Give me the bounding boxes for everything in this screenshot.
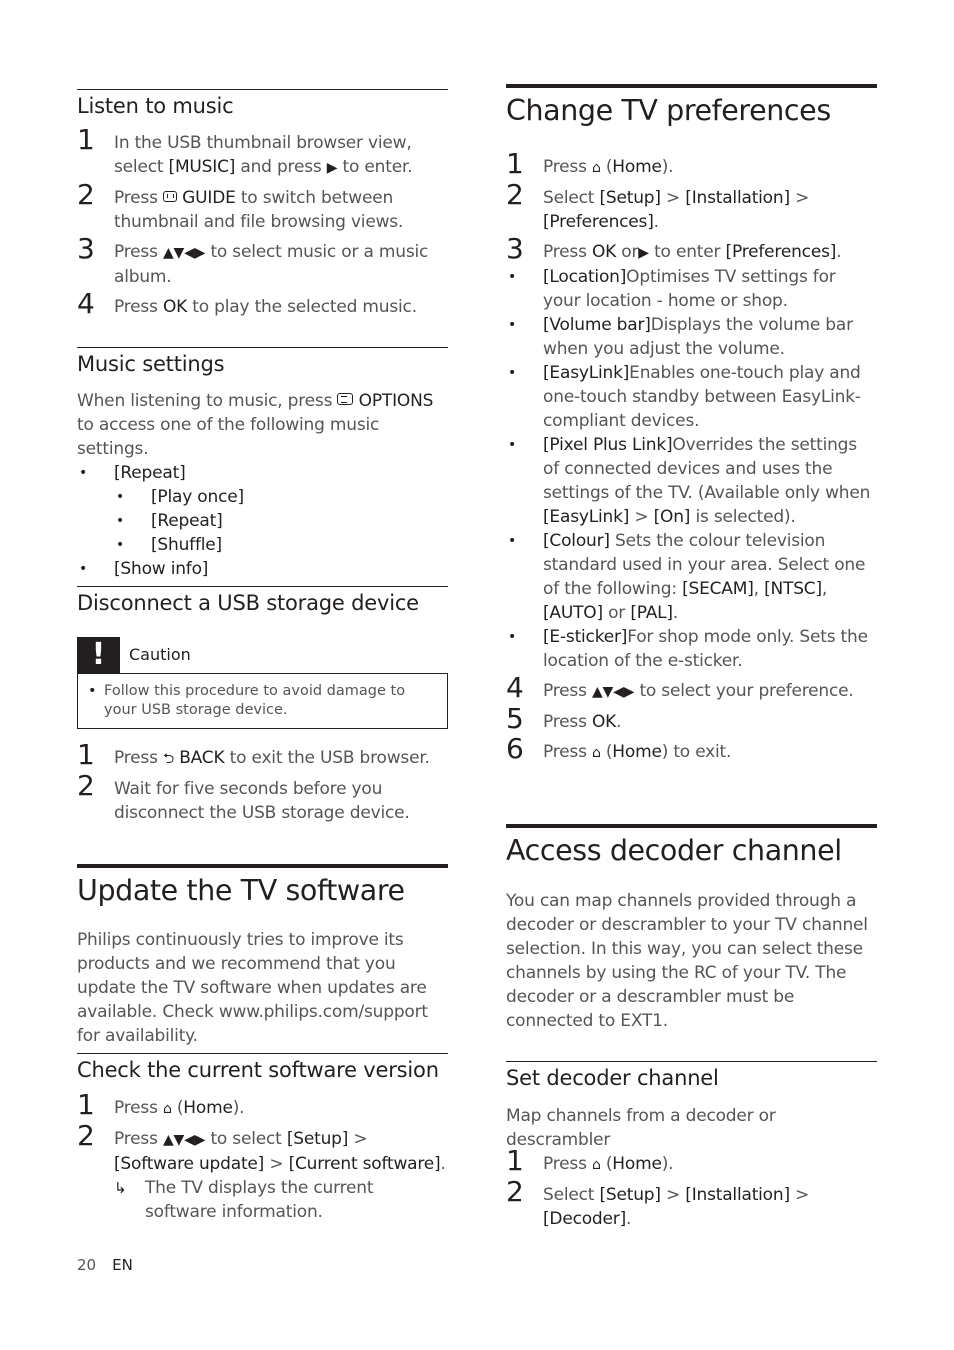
list-item: [Repeat] [77,461,448,485]
step-4: 4 Press OK to play the selected music. [77,287,417,320]
navigation-arrows-icon: ▲▼◀▶ [162,245,206,261]
step-1: 1 Press ⌂ (Home). [506,147,674,180]
navigation-arrows-icon: ▲▼◀▶ [591,684,635,700]
heading-check-software-version: Check the current software version [77,1053,448,1082]
back-icon: ⮌ [162,751,174,767]
home-icon: ⌂ [591,160,601,176]
listen-steps: 1 In the USB thumbnail browser view, sel… [77,123,448,320]
list-item: [Shuffle] [77,533,448,557]
heading-change-tv-preferences: Change TV preferences [506,84,877,127]
option-colour: [Colour] Sets the colour television stan… [506,529,877,625]
step-2: 2 Select [Setup] > [Installation] > [Pre… [506,178,810,233]
option-easylink: [EasyLink]Enables one-touch play and one… [506,361,877,433]
option-location: [Location]Optimises TV settings for your… [506,265,877,313]
step-3: 3 Press OK or▶ to enter [Preferences]. [506,232,842,265]
caution-title: Caution [129,645,191,664]
step-1: 1 In the USB thumbnail browser view, sel… [77,123,413,178]
right-arrow-icon: ▶ [326,160,338,176]
heading-disconnect-usb: Disconnect a USB storage device [77,586,448,615]
list-item: [Play once] [77,485,448,509]
step-1: 1 Press ⮌ BACK to exit the USB browser. [77,738,430,771]
result-note: ↳ The TV displays the current software i… [114,1178,374,1222]
guide-icon [162,190,177,202]
set-decoder-body: Map channels from a decoder or descrambl… [506,1104,877,1231]
music-settings-intro: When listening to music, press OPTIONS t… [77,391,434,459]
step-1: 1 Press ⌂ (Home). [506,1144,674,1177]
heading-access-decoder-channel: Access decoder channel [506,824,877,867]
update-body: Philips continuously tries to improve it… [77,930,428,1046]
language-code: EN [112,1256,133,1274]
caution-text: Follow this procedure to avoid damage to… [77,673,448,729]
heading-update-tv-software: Update the TV software [77,864,448,907]
check-steps: 1 Press ⌂ (Home). 2 Press ▲▼◀▶ to select… [77,1088,448,1224]
right-arrow-icon: ▶ [638,245,649,261]
step-2: 2 Select [Setup] > [Installation] > [Dec… [506,1175,810,1230]
decoder-body: You can map channels provided through a … [506,891,868,1031]
step-5: 5 Press OK. [506,702,622,735]
caution-box: ! Caution Follow this procedure to avoid… [77,637,448,729]
list-item: [Repeat] [77,509,448,533]
navigation-arrows-icon: ▲▼◀▶ [162,1132,206,1148]
option-pixel-plus-link: [Pixel Plus Link]Overrides the settings … [506,433,877,529]
step-2: 2 Press ▲▼◀▶ to select [Setup] > [Softwa… [77,1121,448,1224]
prefs-steps: 1 Press ⌂ (Home). 2 Select [Setup] > [In… [506,147,877,765]
heading-music-settings: Music settings [77,347,448,376]
page-number: 20 [77,1256,97,1274]
heading-set-decoder-channel: Set decoder channel [506,1061,877,1090]
list-item: [Show info] [77,557,448,581]
step-2: 2 Wait for five seconds before you disco… [77,769,410,824]
heading-listen-to-music: Listen to music [77,89,448,118]
home-icon: ⌂ [591,745,601,761]
step-1: 1 Press ⌂ (Home). [77,1088,245,1121]
set-decoder-intro: Map channels from a decoder or descrambl… [506,1106,776,1150]
music-settings-body: When listening to music, press OPTIONS t… [77,389,448,581]
options-icon [337,393,354,405]
page-footer: 20 EN [77,1256,133,1274]
step-6: 6 Press ⌂ (Home) to exit. [506,732,732,765]
home-icon: ⌂ [591,1157,601,1173]
home-icon: ⌂ [162,1101,172,1117]
option-volume-bar: [Volume bar]Displays the volume bar when… [506,313,877,361]
disconnect-steps: 1 Press ⮌ BACK to exit the USB browser. … [77,738,448,825]
exclamation-icon: ! [77,637,120,673]
result-arrow-icon: ↳ [114,1179,127,1197]
option-e-sticker: [E-sticker]For shop mode only. Sets the … [506,625,877,673]
step-2: 2 Press GUIDE to switch between thumbnai… [77,178,404,233]
step-3: 3 Press ▲▼◀▶ to select music or a music … [77,232,429,288]
step-4: 4 Press ▲▼◀▶ to select your preference. [506,671,854,704]
